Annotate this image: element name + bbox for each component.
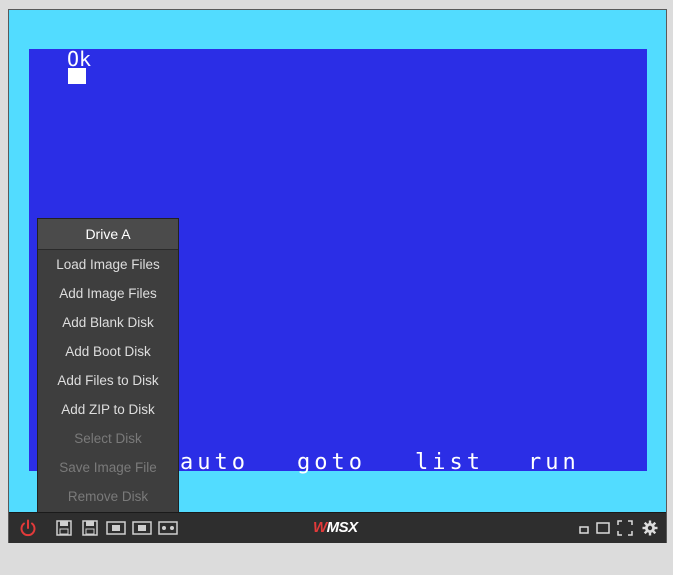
menu-item-remove-disk: Remove Disk: [67, 489, 149, 504]
function-key-label: auto: [180, 450, 249, 475]
cartridge-1-icon: [106, 521, 126, 535]
cassette-icon: [158, 521, 178, 535]
menu-item-add-files-to-disk[interactable]: Add Files to Disk: [38, 366, 178, 395]
drive-a-button[interactable]: [54, 513, 74, 543]
drive-menu: Drive A Load Image Files Add Image Files…: [37, 218, 179, 513]
cartridge-2-icon: [132, 521, 152, 535]
fullscreen-button[interactable]: [616, 513, 634, 543]
menu-item-add-blank-disk[interactable]: Add Blank Disk: [38, 308, 178, 337]
drive-a-icon: [56, 520, 72, 536]
function-key-label: goto: [297, 450, 366, 475]
cartridge-2-button[interactable]: [131, 513, 153, 543]
bottom-toolbar: WMSX: [9, 512, 666, 543]
cassette-button[interactable]: [157, 513, 179, 543]
ok-prompt: Ok: [67, 47, 92, 71]
settings-icon: [642, 520, 658, 536]
function-key-label: list: [415, 450, 484, 475]
small-window-button[interactable]: [576, 513, 592, 543]
menu-item-select-disk: Select Disk: [74, 431, 142, 446]
drive-b-button[interactable]: [80, 513, 100, 543]
function-key-label: run: [528, 450, 580, 475]
logo-text: MSX: [326, 519, 359, 536]
logo-prefix: W: [313, 519, 327, 536]
power-icon: [20, 519, 36, 537]
window-icon: [596, 522, 610, 534]
fullscreen-icon: [617, 520, 633, 536]
power-button[interactable]: [15, 513, 41, 543]
menu-item-add-image-files[interactable]: Add Image Files: [38, 279, 178, 308]
menu-item-add-zip-to-disk[interactable]: Add ZIP to Disk: [38, 395, 178, 424]
drive-b-icon: [82, 520, 98, 536]
menu-item-add-boot-disk[interactable]: Add Boot Disk: [38, 337, 178, 366]
window-button[interactable]: [594, 513, 612, 543]
text-cursor: [68, 68, 86, 84]
cartridge-1-button[interactable]: [105, 513, 127, 543]
drive-menu-title: Drive A: [38, 219, 178, 250]
menu-item-save-image-file: Save Image File: [59, 460, 157, 475]
settings-button[interactable]: [640, 513, 660, 543]
small-window-icon: [579, 526, 589, 534]
menu-item-load-image-files[interactable]: Load Image Files: [38, 250, 178, 279]
wmsx-logo: WMSX: [313, 519, 358, 537]
